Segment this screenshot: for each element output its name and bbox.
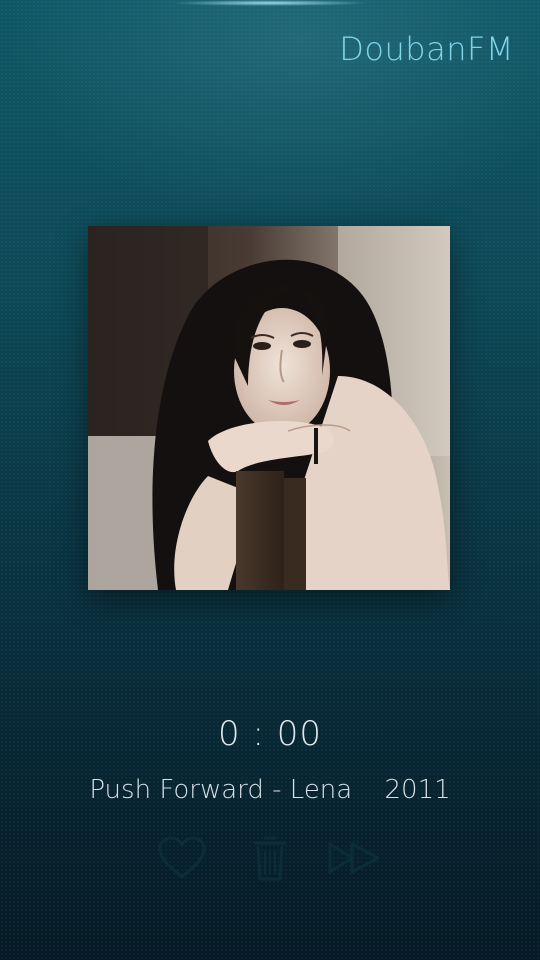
- track-year: 2011: [384, 775, 451, 805]
- player-screen: DoubanFM 0: 00 Push Forward - Lena 2011: [0, 0, 540, 960]
- track-title: Push Forward - Lena: [89, 775, 353, 805]
- track-info: Push Forward - Lena 2011: [0, 775, 540, 805]
- album-cover-image: [88, 226, 450, 590]
- trash-button[interactable]: [240, 830, 300, 886]
- top-glow: [170, 0, 370, 6]
- player-controls: [0, 830, 540, 890]
- fast-forward-icon: [328, 842, 380, 874]
- like-button[interactable]: [152, 830, 212, 886]
- playback-time: 0 : 00: [218, 714, 322, 754]
- heart-icon: [158, 836, 206, 879]
- trash-icon: [254, 836, 286, 881]
- next-button[interactable]: [326, 830, 386, 886]
- app-title: DoubanFM: [339, 30, 514, 68]
- album-cover: [88, 226, 450, 590]
